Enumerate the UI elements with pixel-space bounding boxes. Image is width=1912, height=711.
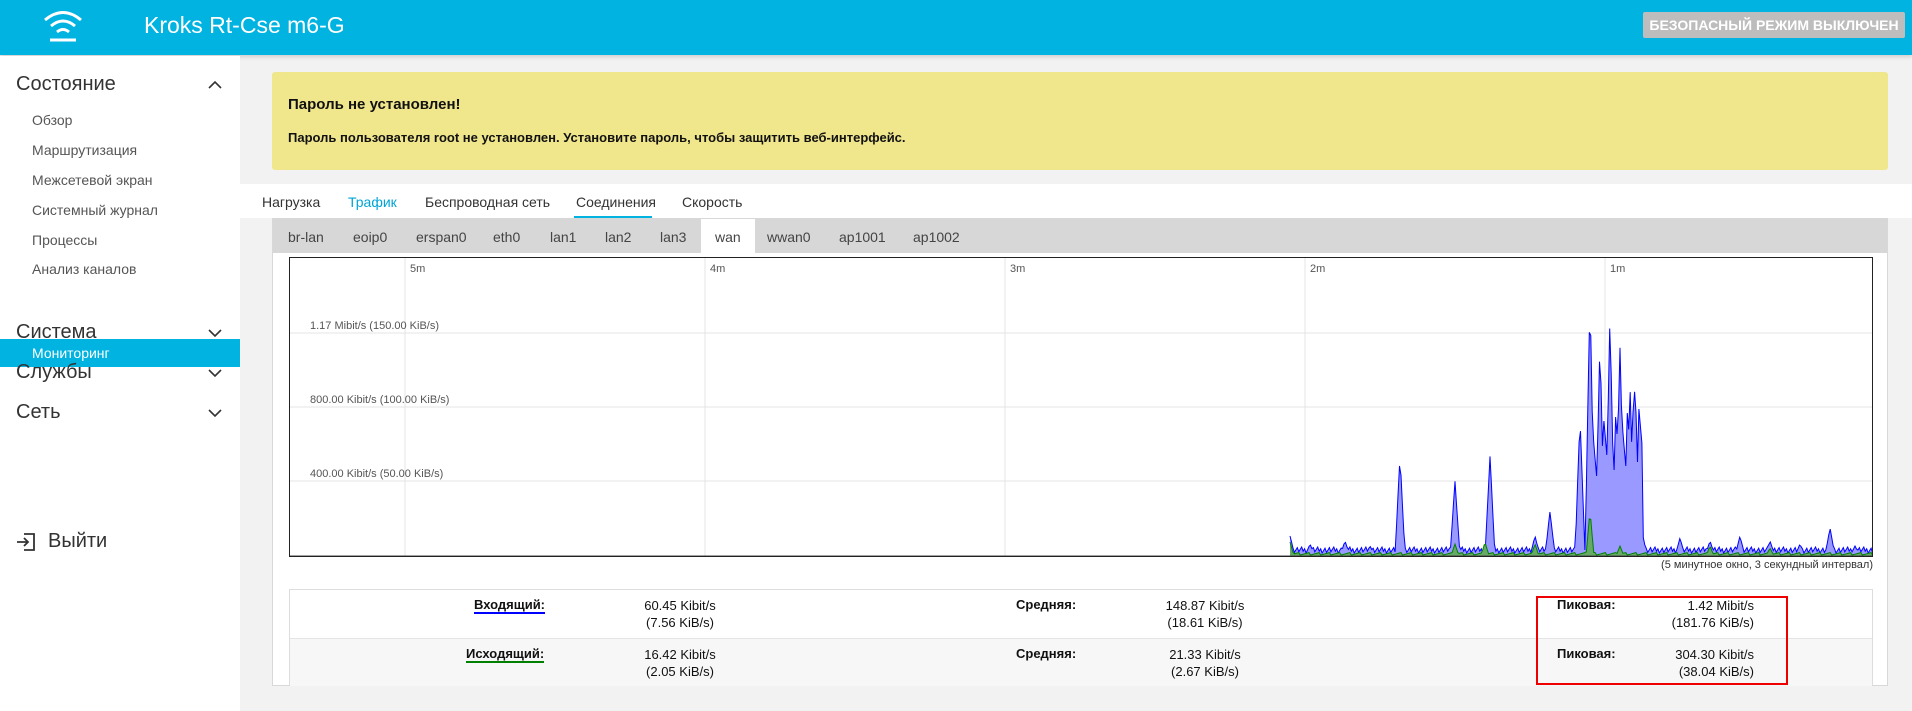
outbound-label: Исходящий: (466, 646, 545, 663)
inbound-peak: 1.42 Mibit/s (181.76 KiB/s) (1630, 597, 1754, 631)
alert-message: Пароль пользователя root не установлен. … (288, 130, 906, 145)
inbound-series-area (1290, 328, 1872, 556)
top-header: Kroks Rt-Cse m6-G БЕЗОПАСНЫЙ РЕЖИМ ВЫКЛЮ… (0, 0, 1912, 55)
iface-tab-ap1002[interactable]: ap1002 (913, 229, 960, 245)
chevron-up-icon[interactable] (208, 78, 222, 92)
alert-title: Пароль не установлен! (288, 96, 461, 113)
time-label-4m: 4m (710, 263, 726, 275)
time-label-2m: 2m (1310, 263, 1326, 275)
outbound-value-bytes: (2.05 KiB/s) (646, 664, 714, 679)
traffic-graph: 5m 4m 3m 2m 1m 1.17 Mibit/s (150.00 KiB/… (289, 257, 1873, 557)
safe-mode-button[interactable]: БЕЗОПАСНЫЙ РЕЖИМ ВЫКЛЮЧЕН (1643, 12, 1905, 38)
logout-label: Выйти (48, 530, 108, 552)
inbound-peak-label: Пиковая: (1557, 597, 1616, 612)
sidebar-item-channel-analysis[interactable]: Анализ каналов (32, 261, 136, 277)
inbound-peak-bytes: (181.76 KiB/s) (1671, 615, 1754, 630)
inbound-avg-label: Средняя: (1016, 597, 1077, 612)
outbound-value-bits: 16.42 Kibit/s (644, 647, 716, 662)
outbound-avg-label: Средняя: (1016, 646, 1077, 661)
sidebar-item-monitoring-label: Мониторинг (32, 345, 110, 361)
inbound-peak-bits: 1.42 Mibit/s (1687, 598, 1754, 613)
outbound-avg: 21.33 Kibit/s (2.67 KiB/s) (1145, 646, 1265, 680)
y-label-150: 1.17 Mibit/s (150.00 KiB/s) (310, 320, 440, 332)
status-tabs: Нагрузка Трафик Беспроводная сеть Соедин… (240, 184, 1912, 218)
sidebar-section-network[interactable]: Сеть (16, 401, 60, 424)
outbound-peak-label: Пиковая: (1557, 646, 1616, 661)
time-label-1m: 1m (1610, 263, 1626, 275)
iface-tab-br-lan[interactable]: br-lan (288, 229, 324, 245)
tab-load[interactable]: Нагрузка (262, 194, 320, 210)
iface-tab-eth0[interactable]: eth0 (493, 229, 520, 245)
inbound-avg-bits: 148.87 Kibit/s (1165, 598, 1245, 613)
y-label-50: 400.00 Kibit/s (50.00 KiB/s) (310, 468, 444, 480)
sidebar-section-services[interactable]: Службы (16, 361, 92, 384)
iface-tab-wwan0[interactable]: wwan0 (767, 229, 811, 245)
interface-tabs: br-lan eoip0 erspan0 eth0 lan1 lan2 lan3… (273, 219, 1887, 253)
iface-tab-wan[interactable]: wan (715, 229, 741, 245)
tab-connections[interactable]: Соединения (576, 194, 656, 210)
time-label-3m: 3m (1010, 263, 1026, 275)
time-label-5m: 5m (410, 263, 426, 275)
y-label-100: 800.00 Kibit/s (100.00 KiB/s) (310, 394, 450, 406)
password-warning: Пароль не установлен! Пароль пользовател… (272, 72, 1888, 170)
logout-button[interactable]: Выйти (16, 530, 107, 553)
sidebar-item-firewall[interactable]: Межсетевой экран (32, 172, 153, 188)
logout-icon (17, 532, 35, 551)
iface-tab-eoip0[interactable]: eoip0 (353, 229, 387, 245)
sidebar-item-processes[interactable]: Процессы (32, 232, 97, 248)
iface-tab-lan2[interactable]: lan2 (605, 229, 631, 245)
outbound-peak-bits: 304.30 Kibit/s (1675, 647, 1754, 662)
traffic-stats-table: Входящий: 60.45 Kibit/s (7.56 KiB/s) Сре… (289, 589, 1873, 686)
device-title[interactable]: Kroks Rt-Cse m6-G (144, 12, 345, 39)
stats-row-inbound: Входящий: 60.45 Kibit/s (7.56 KiB/s) Сре… (290, 590, 1872, 638)
sidebar: Состояние Обзор Маршрутизация Межсетевой… (0, 56, 240, 711)
inbound-avg-bytes: (18.61 KiB/s) (1167, 615, 1243, 630)
sidebar-section-status[interactable]: Состояние (16, 73, 116, 96)
outbound-peak-bytes: (38.04 KiB/s) (1678, 664, 1754, 679)
tab-traffic[interactable]: Трафик (348, 194, 397, 210)
sidebar-item-overview[interactable]: Обзор (32, 112, 72, 128)
iface-tab-ap1001[interactable]: ap1001 (839, 229, 886, 245)
outbound-peak: 304.30 Kibit/s (38.04 KiB/s) (1630, 646, 1754, 680)
outbound-value: 16.42 Kibit/s (2.05 KiB/s) (620, 646, 740, 680)
graph-caption: (5 минутное окно, 3 секундный интервал) (1661, 559, 1873, 571)
inbound-value-bytes: (7.56 KiB/s) (646, 615, 714, 630)
sidebar-section-system[interactable]: Система (16, 321, 97, 344)
tab-wireless[interactable]: Беспроводная сеть (425, 194, 550, 210)
outbound-avg-bytes: (2.67 KiB/s) (1171, 664, 1239, 679)
stats-row-outbound: Исходящий: 16.42 Kibit/s (2.05 KiB/s) Ср… (290, 638, 1872, 686)
traffic-panel: br-lan eoip0 erspan0 eth0 lan1 lan2 lan3… (272, 218, 1888, 686)
wifi-logo-icon (44, 11, 82, 42)
iface-tab-erspan0[interactable]: erspan0 (416, 229, 467, 245)
iface-tab-lan3[interactable]: lan3 (660, 229, 686, 245)
sidebar-item-routing[interactable]: Маршрутизация (32, 142, 137, 158)
inbound-avg: 148.87 Kibit/s (18.61 KiB/s) (1145, 597, 1265, 631)
chevron-down-icon[interactable] (208, 366, 222, 380)
outbound-avg-bits: 21.33 Kibit/s (1169, 647, 1241, 662)
traffic-graph-svg (290, 258, 1872, 556)
chevron-down-icon[interactable] (208, 326, 222, 340)
inbound-label: Входящий: (474, 597, 546, 614)
tab-speed[interactable]: Скорость (682, 194, 742, 210)
sidebar-item-syslog[interactable]: Системный журнал (32, 202, 158, 218)
chevron-down-icon[interactable] (208, 406, 222, 420)
iface-tab-lan1[interactable]: lan1 (550, 229, 576, 245)
inbound-value: 60.45 Kibit/s (7.56 KiB/s) (620, 597, 740, 631)
inbound-value-bits: 60.45 Kibit/s (644, 598, 716, 613)
